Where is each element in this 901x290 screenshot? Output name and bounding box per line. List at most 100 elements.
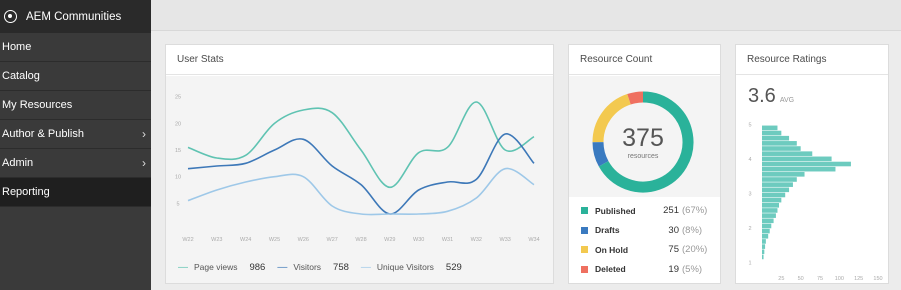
brand-header[interactable]: AEM Communities [0,0,151,33]
user-stats-card: User Stats 5 10 15 20 25 W22 W23 W24 W25 W26 W27 W2… [165,44,554,284]
list-item-on-hold: On Hold 75 (20%) [581,240,710,260]
histogram-bar [762,130,782,136]
donut-total-label: resources [628,153,659,160]
legend-value: 758 [333,261,349,273]
y-tick-label: 25 [175,95,181,101]
donut-slice-deleted [627,91,644,105]
x-tick-label: 150 [873,276,882,281]
sidebar-item-home[interactable]: Home [0,33,151,62]
legend-label: Visitors [293,262,322,272]
histogram-bar [762,141,797,146]
average-rating: 3.6 AVG [748,85,794,108]
x-tick-label: W33 [500,237,511,243]
histogram-bar [762,249,765,255]
sidebar-nav: Home Catalog My Resources Author & Publish ›… [0,33,151,207]
ratings-histogram: 1 2 3 4 5 25 50 75 100 125 150 [748,123,882,281]
sidebar-item-my-resources[interactable]: My Resources [0,91,151,120]
histogram-bar [762,192,786,198]
histogram-bar [762,125,778,131]
status-swatch [581,246,588,254]
resource-ratings-title: Resource Ratings [736,45,888,75]
y-tick-label: 1 [748,260,751,266]
x-tick-label: 25 [778,276,784,281]
sidebar-item-label: Reporting [2,186,50,198]
status-label: Deleted [595,264,626,275]
user-stats-title: User Stats [166,45,553,75]
chevron-right-icon: › [142,127,146,141]
sidebar-item-reporting[interactable]: Reporting [0,178,151,207]
series-line-visitors [187,133,535,215]
status-count: 30 [668,224,679,236]
legend-item-visitors: — Visitors 758 [277,262,349,273]
average-rating-value: 3.6 [748,85,776,107]
y-tick-label: 5 [176,201,179,207]
sidebar-item-author-publish[interactable]: Author & Publish › [0,120,151,149]
histogram-bar [762,203,780,208]
histogram-bar [762,197,782,203]
histogram-bar [762,233,769,239]
x-tick-label: W34 [528,237,539,243]
histogram-bar [762,228,770,234]
brand-title: AEM Communities [26,10,122,23]
x-tick-label: 75 [817,276,823,281]
histogram-bar [762,177,797,182]
sidebar: AEM Communities Home Catalog My Resources A… [0,0,151,290]
status-percent: (20%) [682,244,708,256]
list-item-published: Published 251 (67%) [581,201,710,221]
histogram-bar [762,172,805,177]
status-label: Drafts [595,225,620,236]
histogram-bar [762,208,778,213]
status-swatch [581,226,588,234]
x-tick-label: 125 [854,276,863,281]
legend-swatch: — [277,261,288,273]
sidebar-item-label: Author & Publish [2,128,84,140]
histogram-bar [762,223,772,229]
legend-label: Page views [194,262,238,272]
x-tick-label: W32 [471,237,482,243]
y-tick-label: 5 [748,123,751,129]
series-line-unique-visitors [187,167,535,216]
histogram-bar [762,218,774,224]
legend-swatch: — [178,261,188,273]
legend-item-unique-visitors: — Unique Visitors 529 [361,262,462,273]
x-tick-label: 100 [835,276,844,281]
chevron-right-icon: › [142,156,146,170]
aem-logo-icon [4,10,17,23]
user-stats-legend: — Page views 986 — Visitors 758 — Unique… [166,251,474,283]
y-tick-label: 10 [175,175,181,181]
sidebar-item-label: Home [2,41,32,53]
status-swatch [581,265,588,273]
histogram-bar [762,239,766,244]
histogram-bar [762,146,801,151]
resource-count-body: 375 resources Published 251 (67%) Drafts… [569,76,720,283]
sidebar-item-catalog[interactable]: Catalog [0,62,151,91]
status-label: Published [595,205,636,216]
y-tick-label: 2 [748,226,751,232]
legend-swatch: — [360,261,371,273]
x-tick-label: W29 [384,237,395,243]
x-tick-label: W28 [355,237,366,243]
resource-count-list: Published 251 (67%) Drafts 30 (8%) On Ho… [569,197,720,283]
average-rating-label: AVG [779,97,795,104]
x-tick-label: W22 [182,237,193,243]
histogram-bar [762,166,836,172]
status-percent: (8%) [682,224,703,236]
y-tick-label: 3 [748,192,751,198]
resource-ratings-card: Resource Ratings 3.6 AVG 1 2 3 4 5 25 50 75 100 1… [735,44,889,284]
x-tick-label: W31 [442,237,453,243]
user-stats-body: 5 10 15 20 25 W22 W23 W24 W25 W26 W27 W28 W29 W30 W31 W… [166,76,553,283]
x-tick-label: W30 [413,237,424,243]
sidebar-item-admin[interactable]: Admin › [0,149,151,178]
x-tick-label: W24 [240,237,251,243]
x-tick-label: W25 [269,237,280,243]
x-tick-label: W23 [211,237,222,243]
histogram-bar [762,161,851,167]
histogram-bar [762,156,832,162]
status-count: 75 [668,244,679,256]
top-bar [151,0,901,31]
histogram-bar [762,135,790,141]
status-percent: (67%) [682,205,708,217]
legend-item-page-views: — Page views 986 [178,262,265,273]
histogram-bar [762,182,793,187]
status-swatch [581,207,588,215]
